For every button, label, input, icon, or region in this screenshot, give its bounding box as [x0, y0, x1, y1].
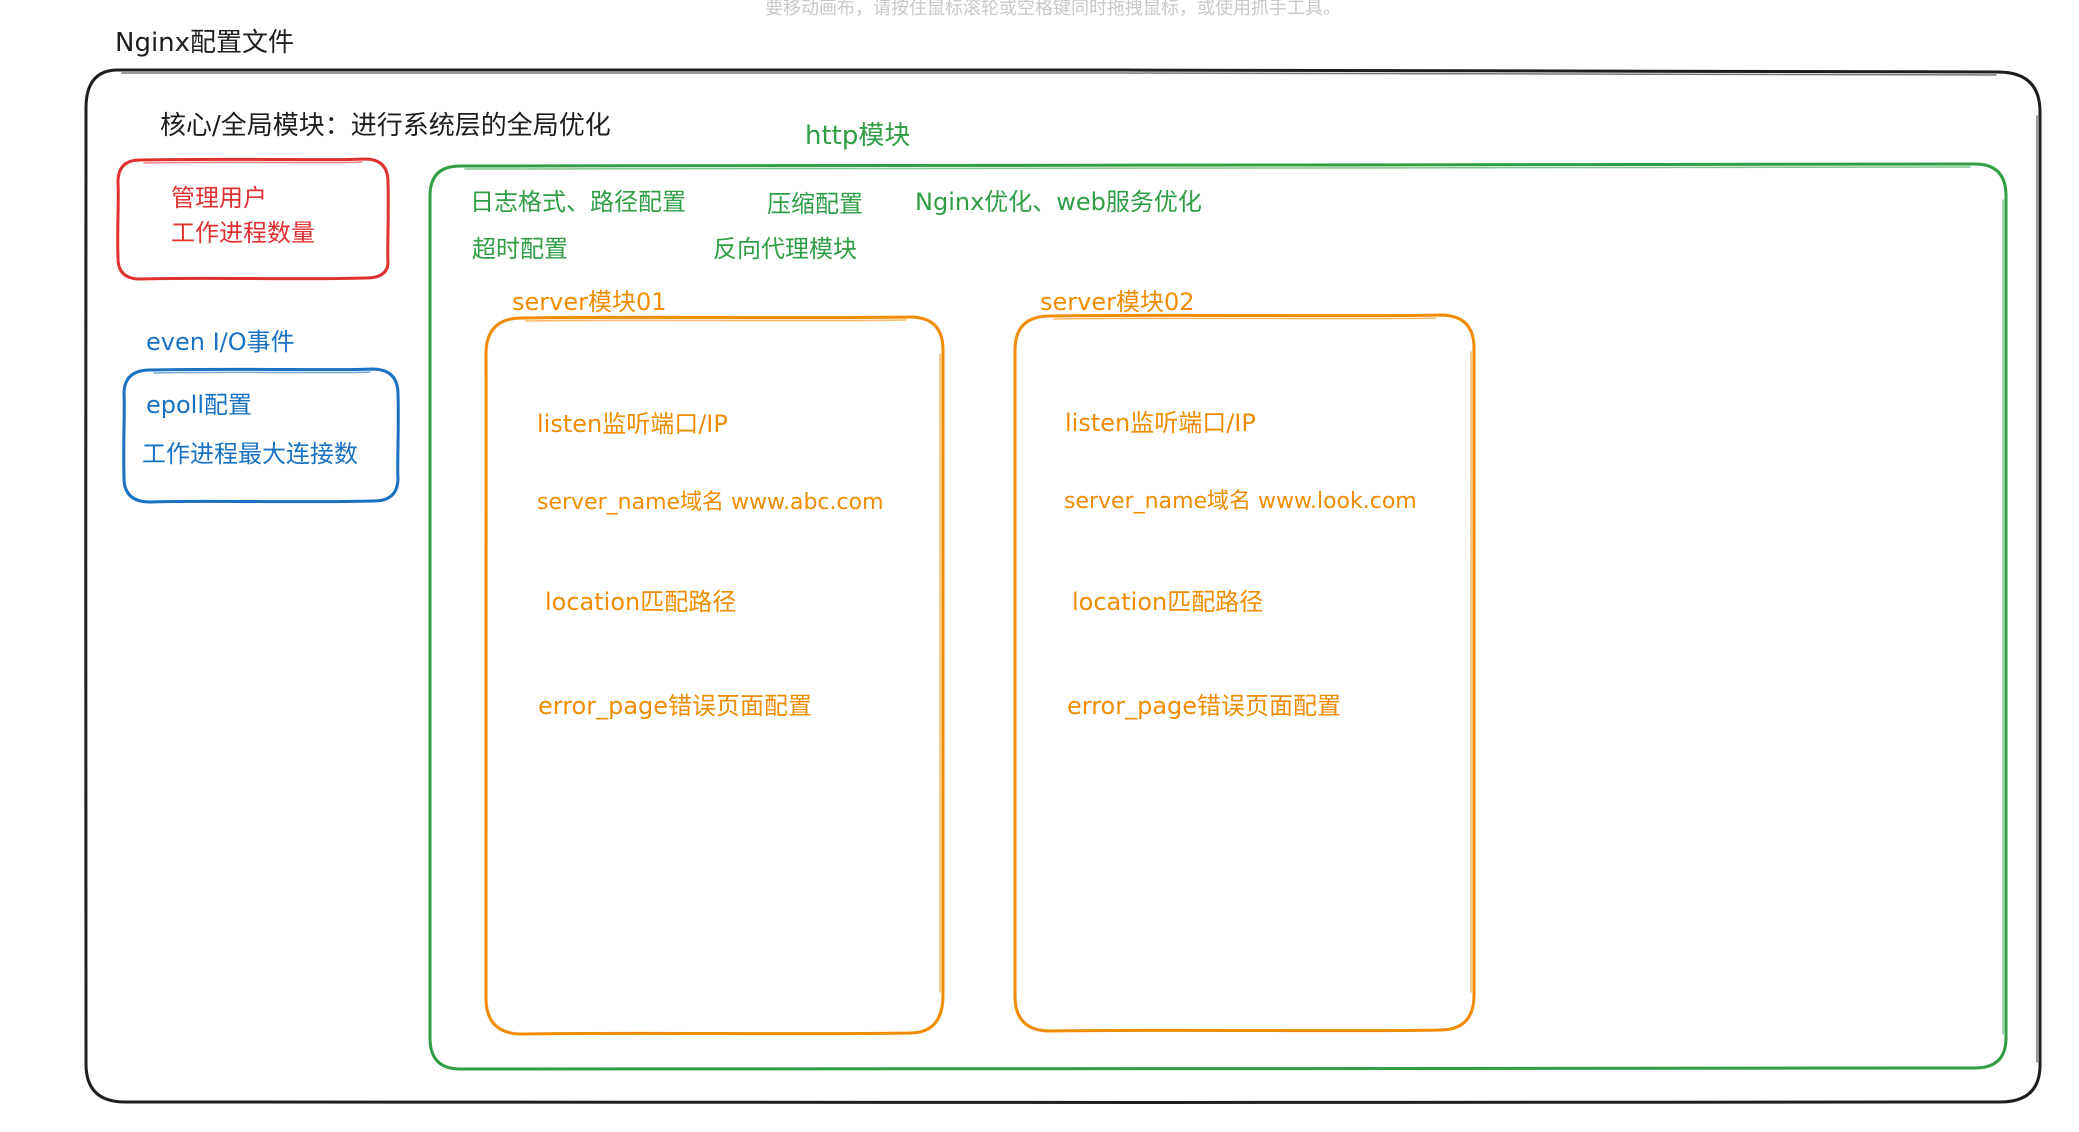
- event-module-title: even I/O事件: [146, 328, 295, 356]
- server-02-location-text: location匹配路径: [1072, 588, 1264, 616]
- nginx-config-box: [83, 67, 2042, 1105]
- event-epoll-text: epoll配置: [146, 391, 253, 419]
- server-01-listen-text: listen监听端口/IP: [537, 410, 728, 438]
- http-optimize-text: Nginx优化、web服务优化: [915, 188, 1202, 216]
- nginx-config-title: Nginx配置文件: [115, 28, 295, 58]
- http-reverse-proxy-text: 反向代理模块: [713, 235, 857, 263]
- diagram-canvas[interactable]: 要移动画布，请按住鼠标滚轮或空格键同时拖拽鼠标，或使用抓手工具。 Nginx配置…: [0, 0, 2079, 1132]
- http-module-title: http模块: [805, 121, 911, 151]
- server-01-location-text: location匹配路径: [545, 588, 737, 616]
- event-module-box: [122, 367, 400, 504]
- diagram-shapes: [83, 67, 2042, 1105]
- core-worker-count-text: 工作进程数量: [171, 219, 315, 247]
- core-module-title: 核心/全局模块：进行系统层的全局优化: [160, 111, 611, 141]
- http-gzip-text: 压缩配置: [767, 190, 863, 218]
- http-log-format-text: 日志格式、路径配置: [470, 188, 686, 216]
- server-02-error-page-text: error_page错误页面配置: [1067, 692, 1342, 720]
- event-max-connections-text: 工作进程最大连接数: [142, 440, 358, 468]
- server-02-title: server模块02: [1040, 288, 1195, 316]
- server-02-listen-text: listen监听端口/IP: [1065, 409, 1256, 437]
- server-01-server-name-text: server_name域名 www.abc.com: [537, 490, 884, 515]
- server-02-server-name-text: server_name域名 www.look.com: [1064, 489, 1417, 514]
- server-01-error-page-text: error_page错误页面配置: [538, 692, 813, 720]
- http-timeout-text: 超时配置: [472, 235, 568, 263]
- server-01-title: server模块01: [512, 288, 667, 316]
- core-admin-user-text: 管理用户: [171, 184, 267, 212]
